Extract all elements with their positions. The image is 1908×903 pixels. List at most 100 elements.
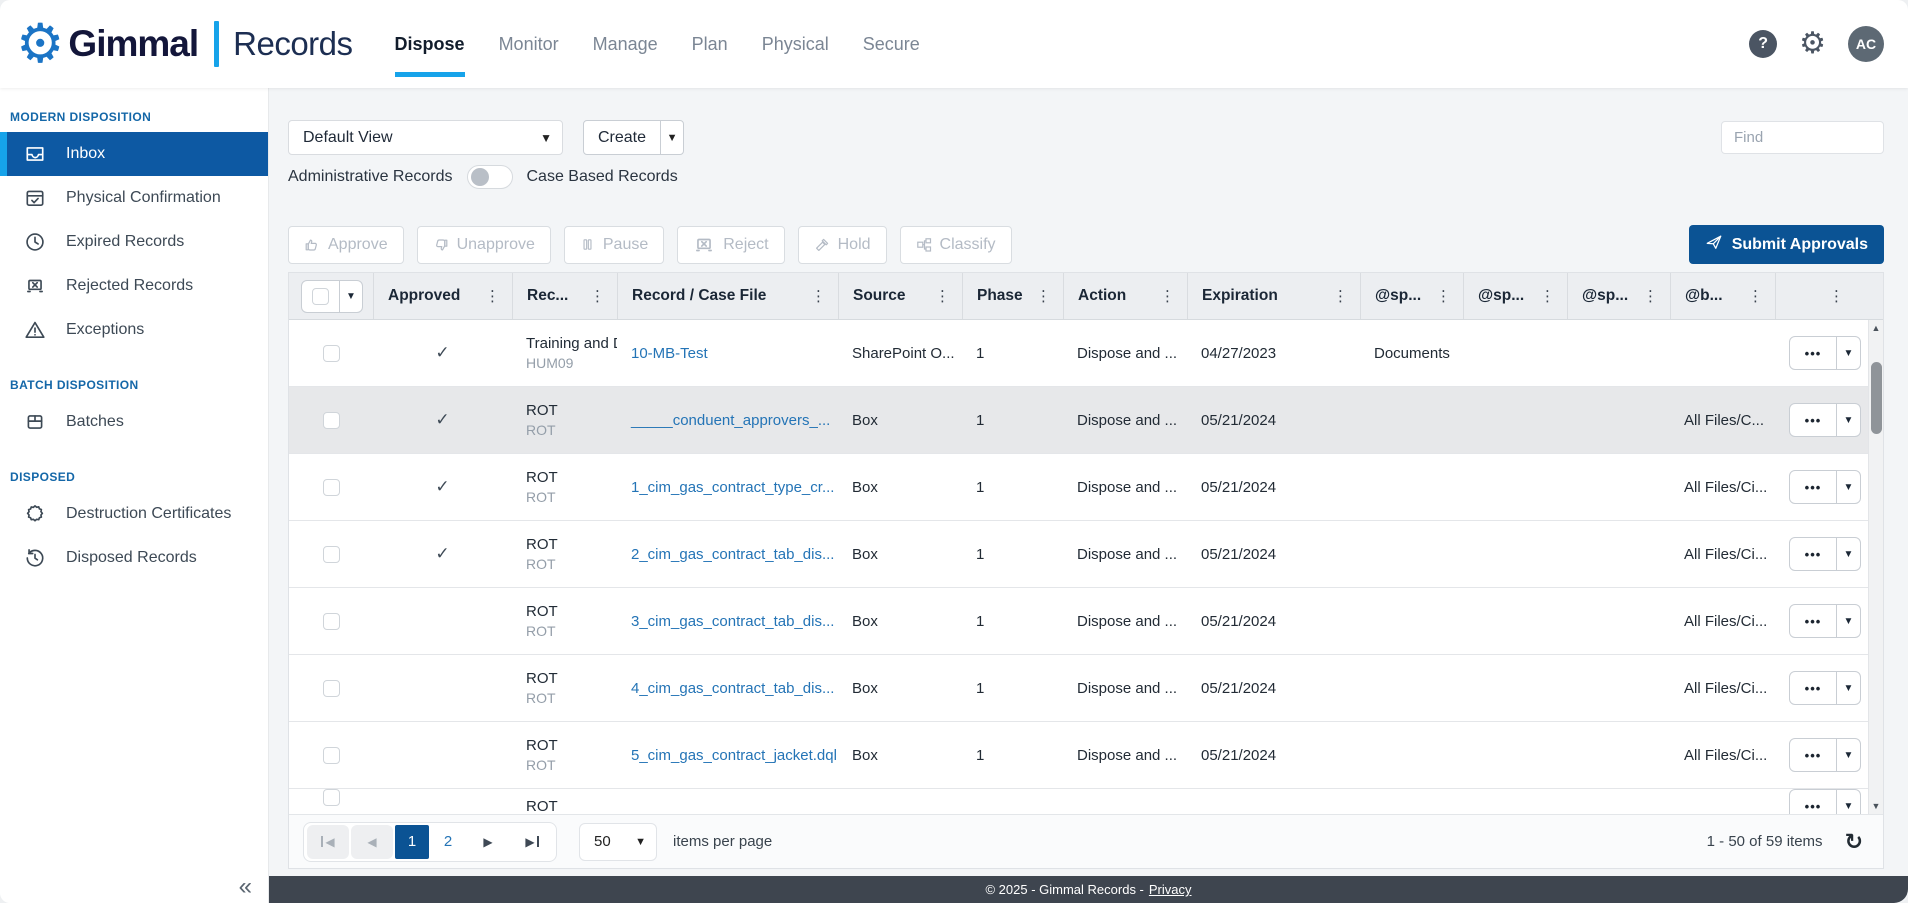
row-checkbox[interactable] bbox=[323, 680, 340, 697]
row-expand-arrow-icon[interactable]: ▼ bbox=[1836, 337, 1860, 369]
row-checkbox[interactable] bbox=[323, 412, 340, 429]
previous-page-button[interactable]: ◀ bbox=[351, 825, 393, 859]
help-icon[interactable]: ? bbox=[1749, 30, 1777, 58]
page-button-1[interactable]: 1 bbox=[395, 825, 429, 859]
table-row[interactable]: ROTROT3_cim_gas_contract_tab_dis...Box1D… bbox=[289, 588, 1883, 655]
column-menu-icon[interactable]: ⋮ bbox=[1745, 287, 1766, 305]
nav-tab-physical[interactable]: Physical bbox=[762, 0, 829, 88]
column-menu-icon[interactable]: ⋮ bbox=[1826, 287, 1847, 305]
row-actions-split-button[interactable]: •••▼ bbox=[1789, 403, 1861, 437]
submit-approvals-button[interactable]: Submit Approvals bbox=[1689, 225, 1884, 264]
sidebar-item-destruction-certificates[interactable]: Destruction Certificates bbox=[0, 492, 268, 536]
classify-button[interactable]: Classify bbox=[900, 226, 1012, 264]
reject-button[interactable]: Reject bbox=[677, 226, 784, 264]
row-actions-split-button[interactable]: •••▼ bbox=[1789, 671, 1861, 705]
select-all-split-button[interactable]: ▼ bbox=[301, 280, 363, 313]
column-header-phase[interactable]: Phase⋮ bbox=[962, 273, 1063, 319]
record-link[interactable]: 4_cim_gas_contract_tab_dis... bbox=[631, 680, 834, 697]
row-checkbox[interactable] bbox=[323, 479, 340, 496]
row-actions-split-button[interactable]: •••▼ bbox=[1789, 789, 1861, 814]
nav-tab-manage[interactable]: Manage bbox=[593, 0, 658, 88]
sidebar-collapse-button[interactable]: « bbox=[239, 873, 252, 901]
pause-button[interactable]: Pause bbox=[564, 226, 664, 264]
page-button-2[interactable]: 2 bbox=[431, 825, 465, 859]
column-header-record-case-file[interactable]: Record / Case File⋮ bbox=[617, 273, 838, 319]
column-menu-icon[interactable]: ⋮ bbox=[1033, 287, 1054, 305]
nav-tab-plan[interactable]: Plan bbox=[692, 0, 728, 88]
row-actions-split-button[interactable]: •••▼ bbox=[1789, 336, 1861, 370]
row-checkbox[interactable] bbox=[323, 613, 340, 630]
column-header-sp[interactable]: @sp...⋮ bbox=[1463, 273, 1567, 319]
table-row[interactable]: ROTROT5_cim_gas_contract_jacket.dqlBox1D… bbox=[289, 722, 1883, 789]
nav-tab-monitor[interactable]: Monitor bbox=[499, 0, 559, 88]
column-header-action[interactable]: Action⋮ bbox=[1063, 273, 1187, 319]
scroll-down-icon[interactable]: ▼ bbox=[1869, 801, 1883, 811]
row-more-icon[interactable]: ••• bbox=[1790, 614, 1836, 629]
table-row[interactable]: ✓Training and DHUM0910-MB-TestSharePoint… bbox=[289, 320, 1883, 387]
row-actions-split-button[interactable]: •••▼ bbox=[1789, 738, 1861, 772]
row-expand-arrow-icon[interactable]: ▼ bbox=[1836, 790, 1860, 814]
nav-tab-dispose[interactable]: Dispose bbox=[395, 0, 465, 88]
column-menu-icon[interactable]: ⋮ bbox=[587, 287, 608, 305]
column-menu-icon[interactable]: ⋮ bbox=[482, 287, 503, 305]
table-row[interactable]: ROTROT4_cim_gas_contract_tab_dis...Box1D… bbox=[289, 655, 1883, 722]
column-menu-icon[interactable]: ⋮ bbox=[1433, 287, 1454, 305]
column-menu-icon[interactable]: ⋮ bbox=[932, 287, 953, 305]
row-more-icon[interactable]: ••• bbox=[1790, 748, 1836, 763]
nav-tab-secure[interactable]: Secure bbox=[863, 0, 920, 88]
select-menu-arrow-icon[interactable]: ▼ bbox=[339, 281, 362, 312]
row-expand-arrow-icon[interactable]: ▼ bbox=[1836, 404, 1860, 436]
avatar[interactable]: AC bbox=[1848, 26, 1884, 62]
column-header-b[interactable]: @b...⋮ bbox=[1670, 273, 1775, 319]
refresh-icon[interactable]: ↻ bbox=[1845, 831, 1863, 853]
sidebar-item-rejected-records[interactable]: Rejected Records bbox=[0, 264, 268, 308]
row-checkbox[interactable] bbox=[323, 789, 340, 806]
last-page-button[interactable]: ▶ bbox=[511, 825, 553, 859]
record-link[interactable]: 2_cim_gas_contract_tab_dis... bbox=[631, 546, 834, 563]
records-mode-toggle[interactable] bbox=[467, 165, 513, 189]
column-header-rec[interactable]: Rec...⋮ bbox=[512, 273, 617, 319]
column-menu-icon[interactable]: ⋮ bbox=[808, 287, 829, 305]
row-checkbox[interactable] bbox=[323, 345, 340, 362]
sidebar-item-disposed-records[interactable]: Disposed Records bbox=[0, 536, 268, 580]
page-size-select[interactable]: 50 ▼ bbox=[579, 823, 657, 861]
sidebar-item-expired-records[interactable]: Expired Records bbox=[0, 220, 268, 264]
row-expand-arrow-icon[interactable]: ▼ bbox=[1836, 471, 1860, 503]
row-more-icon[interactable]: ••• bbox=[1790, 346, 1836, 361]
scroll-up-icon[interactable]: ▲ bbox=[1869, 323, 1883, 333]
row-checkbox[interactable] bbox=[323, 747, 340, 764]
sidebar-item-batches[interactable]: Batches bbox=[0, 400, 268, 444]
row-actions-split-button[interactable]: •••▼ bbox=[1789, 537, 1861, 571]
scrollbar-thumb[interactable] bbox=[1871, 362, 1882, 434]
settings-gear-icon[interactable]: ⚙ bbox=[1799, 29, 1826, 59]
table-row[interactable]: ✓ROTROT1_cim_gas_contract_type_cr...Box1… bbox=[289, 454, 1883, 521]
column-header-sp[interactable]: @sp...⋮ bbox=[1360, 273, 1463, 319]
row-more-icon[interactable]: ••• bbox=[1790, 681, 1836, 696]
column-header-source[interactable]: Source⋮ bbox=[838, 273, 962, 319]
select-all-checkbox[interactable] bbox=[312, 288, 329, 305]
row-expand-arrow-icon[interactable]: ▼ bbox=[1836, 739, 1860, 771]
row-more-icon[interactable]: ••• bbox=[1790, 480, 1836, 495]
column-menu-icon[interactable]: ⋮ bbox=[1157, 287, 1178, 305]
create-dropdown-arrow-icon[interactable]: ▼ bbox=[660, 121, 683, 154]
sidebar-item-physical-confirmation[interactable]: Physical Confirmation bbox=[0, 176, 268, 220]
record-link[interactable]: 10-MB-Test bbox=[631, 345, 708, 362]
column-header-sp[interactable]: @sp...⋮ bbox=[1567, 273, 1670, 319]
unapprove-button[interactable]: Unapprove bbox=[417, 226, 551, 264]
row-expand-arrow-icon[interactable]: ▼ bbox=[1836, 605, 1860, 637]
column-header-approved[interactable]: Approved⋮ bbox=[373, 273, 512, 319]
column-menu-icon[interactable]: ⋮ bbox=[1640, 287, 1661, 305]
row-checkbox[interactable] bbox=[323, 546, 340, 563]
privacy-link[interactable]: Privacy bbox=[1149, 882, 1192, 897]
record-link[interactable]: _____conduent_approvers_... bbox=[631, 412, 830, 429]
table-row[interactable]: ✓ROTROT_____conduent_approvers_...Box1Di… bbox=[289, 387, 1883, 454]
table-scrollbar[interactable]: ▲ ▼ bbox=[1868, 320, 1883, 814]
row-expand-arrow-icon[interactable]: ▼ bbox=[1836, 538, 1860, 570]
column-menu-icon[interactable]: ⋮ bbox=[1330, 287, 1351, 305]
record-link[interactable]: 3_cim_gas_contract_tab_dis... bbox=[631, 613, 834, 630]
record-link[interactable]: 5_cim_gas_contract_jacket.dql bbox=[631, 747, 837, 764]
row-expand-arrow-icon[interactable]: ▼ bbox=[1836, 672, 1860, 704]
row-actions-split-button[interactable]: •••▼ bbox=[1789, 604, 1861, 638]
row-more-icon[interactable]: ••• bbox=[1790, 413, 1836, 428]
first-page-button[interactable]: ◀ bbox=[307, 825, 349, 859]
